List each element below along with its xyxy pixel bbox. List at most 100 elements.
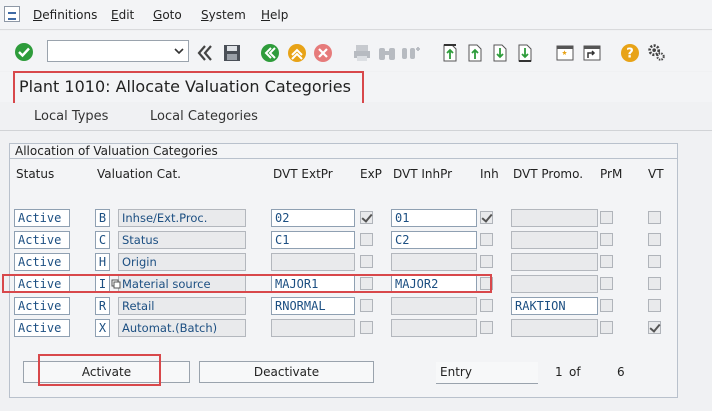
row-dvt-ext-field[interactable]: C1 — [271, 231, 355, 249]
col-status: Status — [16, 167, 55, 181]
row-inh-checkbox[interactable] — [480, 211, 493, 224]
col-dvt-promo: DVT Promo. — [513, 167, 584, 181]
svg-text:?: ? — [626, 47, 634, 62]
create-session-icon[interactable] — [555, 43, 575, 63]
row-prm-checkbox[interactable] — [600, 255, 613, 268]
exit-icon[interactable] — [287, 43, 307, 63]
row-dvt-promo-field[interactable] — [511, 275, 598, 293]
value-help-icon[interactable] — [111, 279, 121, 289]
row-vt-checkbox[interactable] — [648, 299, 661, 312]
generate-shortcut-icon[interactable] — [582, 43, 602, 63]
last-page-icon[interactable] — [515, 43, 535, 63]
deactivate-button[interactable]: Deactivate — [199, 361, 374, 383]
row-inh-checkbox[interactable] — [480, 233, 493, 246]
row-status-field[interactable]: Active — [14, 253, 70, 271]
row-vt-checkbox[interactable] — [648, 255, 661, 268]
row-dvt-ext-field[interactable]: RNORMAL — [271, 297, 355, 315]
row-name-field: Origin — [118, 253, 246, 271]
menu-definitions[interactable]: Definitions — [33, 8, 97, 22]
total-entries: 6 — [617, 365, 625, 379]
chevron-down-icon[interactable] — [173, 44, 185, 58]
row-dvt-promo-field[interactable] — [511, 253, 598, 271]
gear-icon[interactable] — [646, 42, 666, 62]
row-key-field[interactable]: R — [95, 297, 110, 315]
highlight-row-material-source — [2, 274, 492, 293]
row-dvt-inh-field[interactable]: C2 — [391, 231, 477, 249]
command-input[interactable] — [50, 42, 168, 60]
current-entry: 1 — [555, 365, 563, 379]
menu-help[interactable]: Help — [261, 8, 288, 22]
row-inh-checkbox[interactable] — [480, 299, 493, 312]
row-vt-checkbox[interactable] — [648, 211, 661, 224]
first-page-icon[interactable] — [440, 43, 460, 63]
row-prm-checkbox[interactable] — [600, 321, 613, 334]
tab-local-types[interactable]: Local Types — [34, 109, 108, 124]
menu-system[interactable]: System — [201, 8, 246, 22]
row-exp-checkbox[interactable] — [360, 211, 373, 224]
row-name-field: Status — [118, 231, 246, 249]
help-icon[interactable]: ? — [620, 43, 640, 63]
col-dvt-inhpr: DVT InhPr — [393, 167, 453, 181]
col-prm: PrM — [600, 167, 623, 181]
row-dvt-ext-field[interactable] — [271, 319, 355, 337]
row-status-field[interactable]: Active — [14, 319, 70, 337]
row-inh-checkbox[interactable] — [480, 321, 493, 334]
row-prm-checkbox[interactable] — [600, 299, 613, 312]
print-icon — [354, 45, 370, 61]
previous-page-icon[interactable] — [465, 43, 485, 63]
row-dvt-inh-field[interactable] — [391, 297, 477, 315]
row-vt-checkbox[interactable] — [648, 233, 661, 246]
row-dvt-inh-field[interactable] — [391, 319, 477, 337]
row-dvt-ext-field[interactable]: 02 — [271, 209, 355, 227]
row-dvt-promo-field[interactable]: RAKTION — [511, 297, 598, 315]
sap-menu-icon[interactable] — [4, 6, 20, 22]
row-vt-checkbox[interactable] — [648, 321, 661, 334]
enter-check-icon[interactable] — [14, 42, 34, 62]
menu-edit[interactable]: Edit — [111, 8, 134, 22]
command-field[interactable] — [47, 40, 189, 62]
menu-bar — [0, 0, 712, 30]
back-icon[interactable] — [260, 43, 280, 63]
row-dvt-ext-field[interactable] — [271, 253, 355, 271]
menu-goto[interactable]: Goto — [153, 8, 182, 22]
row-name-field: Inhse/Ext.Proc. — [118, 209, 246, 227]
row-prm-checkbox[interactable] — [600, 277, 613, 290]
row-dvt-promo-field[interactable] — [511, 209, 598, 227]
row-key-field[interactable]: C — [95, 231, 110, 249]
row-prm-checkbox[interactable] — [600, 211, 613, 224]
row-status-field[interactable]: Active — [14, 209, 70, 227]
row-key-field[interactable]: B — [95, 209, 110, 227]
highlight-activate — [38, 354, 161, 386]
row-dvt-promo-field[interactable] — [511, 231, 598, 249]
col-dvt-extpr: DVT ExtPr — [273, 167, 333, 181]
row-status-field[interactable]: Active — [14, 231, 70, 249]
row-status-field[interactable]: Active — [14, 297, 70, 315]
row-dvt-inh-field[interactable]: 01 — [391, 209, 477, 227]
row-prm-checkbox[interactable] — [600, 233, 613, 246]
save-icon[interactable] — [222, 43, 242, 63]
row-exp-checkbox[interactable] — [360, 321, 373, 334]
find-next-icon — [402, 47, 420, 59]
row-inh-checkbox[interactable] — [480, 255, 493, 268]
col-vt: VT — [648, 167, 664, 181]
row-vt-checkbox[interactable] — [648, 277, 661, 290]
tab-local-categories[interactable]: Local Categories — [150, 109, 258, 124]
double-chevron-left-icon[interactable] — [195, 43, 215, 63]
row-name-field: Retail — [118, 297, 246, 315]
pager-of-label: of — [569, 365, 581, 379]
row-key-field[interactable]: H — [95, 253, 110, 271]
highlight-title — [13, 71, 364, 107]
row-dvt-inh-field[interactable] — [391, 253, 477, 271]
row-key-field[interactable]: X — [95, 319, 110, 337]
row-exp-checkbox[interactable] — [360, 255, 373, 268]
group-title: Allocation of Valuation Categories — [15, 144, 218, 158]
row-exp-checkbox[interactable] — [360, 233, 373, 246]
entry-button[interactable]: Entry — [436, 362, 538, 384]
cancel-icon[interactable] — [313, 43, 333, 63]
row-dvt-promo-field[interactable] — [511, 319, 598, 337]
next-page-icon[interactable] — [490, 43, 510, 63]
group-divider — [10, 158, 677, 159]
find-icon — [379, 48, 395, 60]
col-inh: Inh — [480, 167, 499, 181]
row-exp-checkbox[interactable] — [360, 299, 373, 312]
